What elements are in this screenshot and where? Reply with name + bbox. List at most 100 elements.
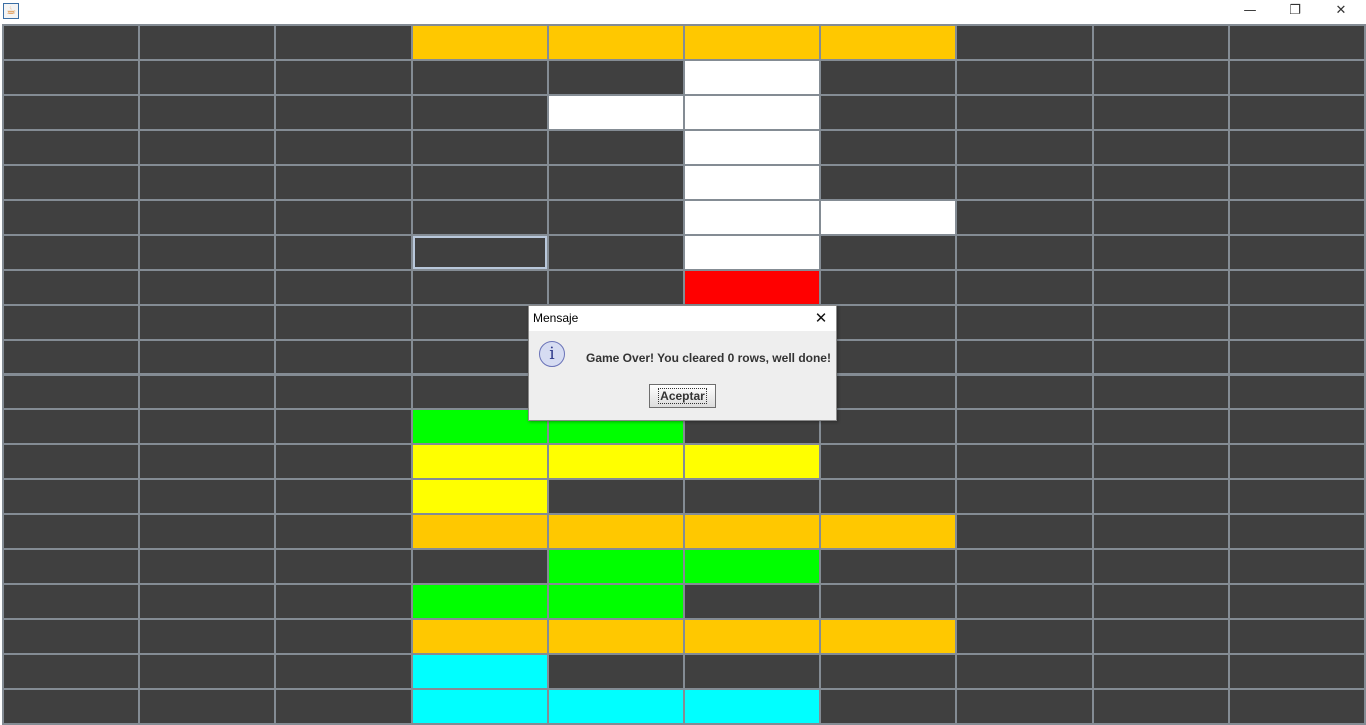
board-cell-empty: [276, 585, 411, 619]
board-cell-empty: [412, 60, 547, 94]
maximize-icon[interactable]: ❐: [1272, 0, 1318, 22]
board-cell-empty: [957, 60, 1092, 94]
board-cell-empty: [4, 585, 139, 619]
board-cell-filled: [821, 620, 956, 654]
minimize-icon[interactable]: —: [1227, 0, 1273, 22]
board-cell-empty: [4, 550, 139, 584]
board-cell-empty: [957, 690, 1092, 723]
dialog-title: Mensaje: [533, 311, 579, 325]
board-cell-empty: [821, 305, 956, 339]
board-cell-filled: [412, 445, 547, 479]
board-cell-empty: [140, 26, 275, 59]
board-cell-empty: [1229, 305, 1364, 339]
board-cell-empty: [1229, 95, 1364, 129]
board-cell-empty: [412, 200, 547, 234]
board-cell-empty: [1229, 445, 1364, 479]
board-cell-empty: [957, 270, 1092, 304]
board-cell-empty: [821, 655, 956, 689]
close-icon[interactable]: ✕: [1318, 0, 1364, 22]
board-cell-empty: [548, 130, 683, 164]
board-cell-empty: [548, 200, 683, 234]
board-cell-empty: [412, 165, 547, 199]
board-cell-empty: [140, 235, 275, 269]
board-cell-empty: [548, 655, 683, 689]
board-cell-filled: [685, 26, 820, 59]
board-cell-empty: [548, 480, 683, 514]
board-cell-empty: [957, 515, 1092, 549]
board-cell-filled: [412, 585, 547, 619]
board-cell-empty: [140, 585, 275, 619]
board-cell-empty: [821, 585, 956, 619]
board-cell-filled: [412, 515, 547, 549]
board-cell-empty: [4, 130, 139, 164]
board-cell-empty: [140, 515, 275, 549]
board-cell-empty: [1229, 655, 1364, 689]
board-cell-empty: [4, 270, 139, 304]
board-cell-empty: [140, 165, 275, 199]
board-cell-empty: [276, 410, 411, 444]
board-cell-empty: [1093, 165, 1228, 199]
board-cell-empty: [957, 410, 1092, 444]
board-cell-empty: [1093, 480, 1228, 514]
board-cell-empty: [140, 200, 275, 234]
board-cell-empty: [4, 95, 139, 129]
board-cell-filled: [821, 200, 956, 234]
board-cell-empty: [685, 655, 820, 689]
board-cell-empty: [821, 270, 956, 304]
board-cell-empty: [821, 690, 956, 723]
board-cell-empty: [412, 375, 547, 409]
board-cell-empty: [276, 445, 411, 479]
board-cell-empty: [412, 95, 547, 129]
board-cell-empty: [1093, 130, 1228, 164]
board-cell-empty: [1229, 480, 1364, 514]
board-cell-empty: [140, 95, 275, 129]
board-cell-empty: [412, 235, 547, 269]
board-cell-empty: [1229, 26, 1364, 59]
board-cell-empty: [140, 270, 275, 304]
board-cell-empty: [957, 445, 1092, 479]
board-cell-empty: [1093, 620, 1228, 654]
board-cell-empty: [4, 165, 139, 199]
board-cell-filled: [685, 690, 820, 723]
board-cell-empty: [1229, 375, 1364, 409]
board-cell-empty: [276, 655, 411, 689]
board-cell-empty: [1093, 305, 1228, 339]
board-cell-empty: [1229, 270, 1364, 304]
board-cell-empty: [140, 305, 275, 339]
dialog-close-icon[interactable]: ✕: [808, 307, 834, 329]
board-cell-empty: [685, 480, 820, 514]
board-cell-empty: [1093, 26, 1228, 59]
board-cell-empty: [1229, 410, 1364, 444]
board-cell-empty: [276, 60, 411, 94]
board-cell-filled: [821, 26, 956, 59]
board-cell-empty: [1093, 340, 1228, 374]
board-cell-empty: [276, 26, 411, 59]
board-cell-empty: [140, 690, 275, 723]
board-cell-empty: [685, 585, 820, 619]
board-cell-empty: [4, 445, 139, 479]
board-cell-empty: [957, 655, 1092, 689]
board-cell-empty: [548, 165, 683, 199]
dialog-titlebar[interactable]: Mensaje ✕: [529, 306, 836, 331]
board-cell-empty: [1093, 375, 1228, 409]
board-cell-empty: [4, 235, 139, 269]
board-cell-filled: [412, 410, 547, 444]
board-cell-empty: [276, 200, 411, 234]
board-cell-empty: [276, 550, 411, 584]
board-cell-empty: [276, 270, 411, 304]
accept-button[interactable]: Aceptar: [649, 384, 716, 408]
board-cell-empty: [957, 375, 1092, 409]
board-cell-filled: [821, 515, 956, 549]
board-cell-empty: [821, 130, 956, 164]
board-cell-filled: [685, 165, 820, 199]
board-cell-empty: [4, 655, 139, 689]
board-cell-filled: [685, 200, 820, 234]
board-cell-filled: [412, 26, 547, 59]
board-cell-empty: [412, 305, 547, 339]
board-cell-empty: [412, 340, 547, 374]
board-cell-filled: [685, 515, 820, 549]
board-cell-empty: [1229, 690, 1364, 723]
board-cell-empty: [412, 270, 547, 304]
board-cell-empty: [140, 340, 275, 374]
board-cell-empty: [4, 515, 139, 549]
